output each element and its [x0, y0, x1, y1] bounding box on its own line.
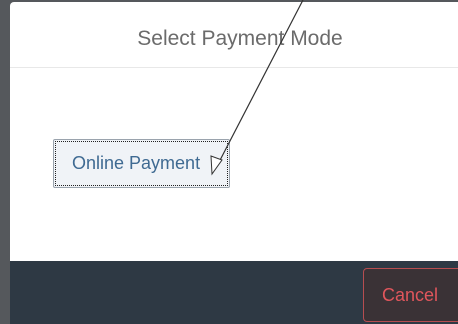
cancel-button[interactable]: Cancel — [363, 268, 458, 322]
online-payment-button[interactable]: Online Payment — [53, 139, 230, 188]
dialog-footer: Cancel — [10, 261, 458, 324]
dialog-title: Select Payment Mode — [137, 27, 343, 50]
payment-mode-dialog: Select Payment Mode Online Payment Cance… — [10, 2, 458, 324]
dialog-body: Online Payment — [10, 68, 458, 261]
dialog-header: Select Payment Mode — [10, 2, 458, 68]
